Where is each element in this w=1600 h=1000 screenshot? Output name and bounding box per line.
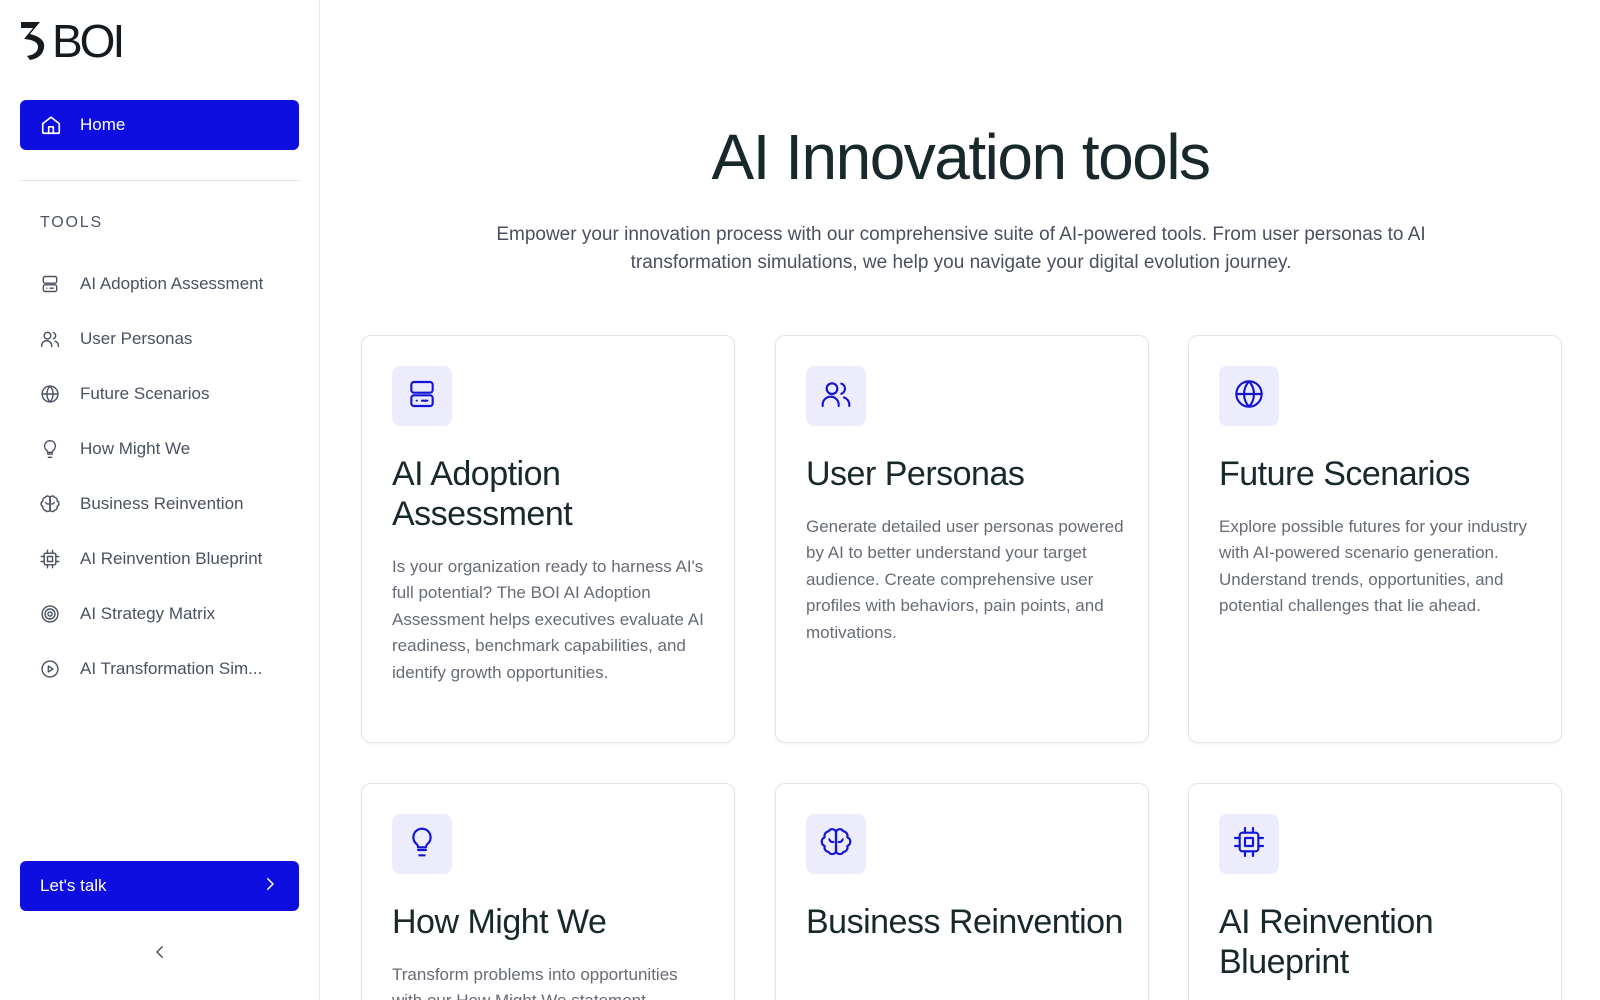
server-icon: [40, 274, 60, 294]
sidebar-item-label: Business Reinvention: [80, 493, 244, 513]
collapse-sidebar-button[interactable]: [148, 942, 172, 966]
sidebar-item-how-might-we[interactable]: How Might We: [20, 421, 299, 476]
globe-icon: [40, 384, 60, 404]
logo-mark-icon: [21, 22, 45, 60]
tool-card-user-personas[interactable]: User Personas Generate detailed user per…: [775, 335, 1149, 743]
brain-icon: [40, 494, 60, 514]
sidebar-item-ai-strategy-matrix[interactable]: AI Strategy Matrix: [20, 586, 299, 641]
card-icon-box: [1219, 366, 1279, 426]
sidebar-item-ai-reinvention-blueprint[interactable]: AI Reinvention Blueprint: [20, 531, 299, 586]
tool-card-business-reinvention[interactable]: Business Reinvention: [775, 783, 1149, 1000]
sidebar: BOI Home TOOLS AI Adoption Assessment Us…: [0, 0, 320, 1000]
sidebar-item-future-scenarios[interactable]: Future Scenarios: [20, 366, 299, 421]
sidebar-item-label: AI Adoption Assessment: [80, 273, 264, 293]
cpu-icon: [1233, 826, 1265, 863]
card-title: How Might We: [392, 903, 607, 941]
lightbulb-icon: [406, 826, 438, 863]
page-subtitle: Empower your innovation process with our…: [496, 224, 1426, 273]
users-icon: [820, 378, 852, 415]
card-description: Generate detailed user personas powered …: [806, 517, 1124, 642]
sidebar-item-label: AI Strategy Matrix: [80, 603, 216, 623]
sidebar-item-user-personas[interactable]: User Personas: [20, 311, 299, 366]
sidebar-item-label: User Personas: [80, 328, 193, 348]
card-icon-box: [1219, 814, 1279, 874]
card-icon-box: [806, 366, 866, 426]
nav-home-button[interactable]: Home: [20, 100, 299, 150]
main-content: AI Innovation tools Empower your innovat…: [321, 0, 1600, 1000]
home-icon: [40, 114, 62, 136]
tool-card-ai-reinvention-blueprint[interactable]: AI Reinvention Blueprint: [1188, 783, 1562, 1000]
nav-home-label: Home: [80, 115, 126, 134]
sidebar-item-label: AI Reinvention Blueprint: [80, 548, 263, 568]
sidebar-item-label: AI Transformation Sim...: [80, 658, 263, 678]
card-title: AI Reinvention Blueprint: [1219, 903, 1434, 981]
lightbulb-icon: [40, 439, 60, 459]
card-description: Is your organization ready to harness AI…: [392, 557, 704, 682]
card-icon-box: [392, 366, 452, 426]
users-icon: [40, 329, 60, 349]
card-title: User Personas: [806, 455, 1025, 493]
chevron-right-icon: [261, 875, 279, 898]
card-title: AI Adoption Assessment: [392, 455, 573, 533]
target-icon: [40, 604, 60, 624]
card-description: Explore possible futures for your indust…: [1219, 517, 1528, 616]
sidebar-item-label: How Might We: [80, 438, 191, 458]
card-icon-box: [806, 814, 866, 874]
tool-card-ai-adoption-assessment[interactable]: AI Adoption Assessment Is your organizat…: [361, 335, 735, 743]
sidebar-divider: [20, 180, 299, 181]
play-circle-icon: [40, 659, 60, 679]
lets-talk-label: Let's talk: [40, 876, 107, 895]
boi-logo[interactable]: BOI: [20, 15, 125, 67]
page-title: AI Innovation tools: [711, 121, 1211, 193]
chevron-left-icon: [151, 943, 169, 966]
cpu-icon: [40, 549, 60, 569]
server-icon: [406, 378, 438, 415]
logo-text: BOI: [52, 15, 125, 67]
card-icon-box: [392, 814, 452, 874]
tools-nav-list: AI Adoption Assessment User Personas Fut…: [20, 256, 299, 696]
sidebar-item-ai-adoption-assessment[interactable]: AI Adoption Assessment: [20, 256, 299, 311]
card-title: Business Reinvention: [806, 903, 1123, 941]
globe-icon: [1233, 378, 1265, 415]
card-description: Transform problems into opportunities wi…: [392, 965, 678, 1000]
sidebar-item-ai-transformation-simulator[interactable]: AI Transformation Sim...: [20, 641, 299, 696]
sidebar-item-label: Future Scenarios: [80, 383, 210, 403]
lets-talk-button[interactable]: Let's talk: [20, 861, 299, 911]
tool-card-how-might-we[interactable]: How Might We Transform problems into opp…: [361, 783, 735, 1000]
card-title: Future Scenarios: [1219, 455, 1470, 493]
tools-section-heading: TOOLS: [40, 214, 103, 231]
tool-card-future-scenarios[interactable]: Future Scenarios Explore possible future…: [1188, 335, 1562, 743]
brain-icon: [820, 826, 852, 863]
sidebar-item-business-reinvention[interactable]: Business Reinvention: [20, 476, 299, 531]
